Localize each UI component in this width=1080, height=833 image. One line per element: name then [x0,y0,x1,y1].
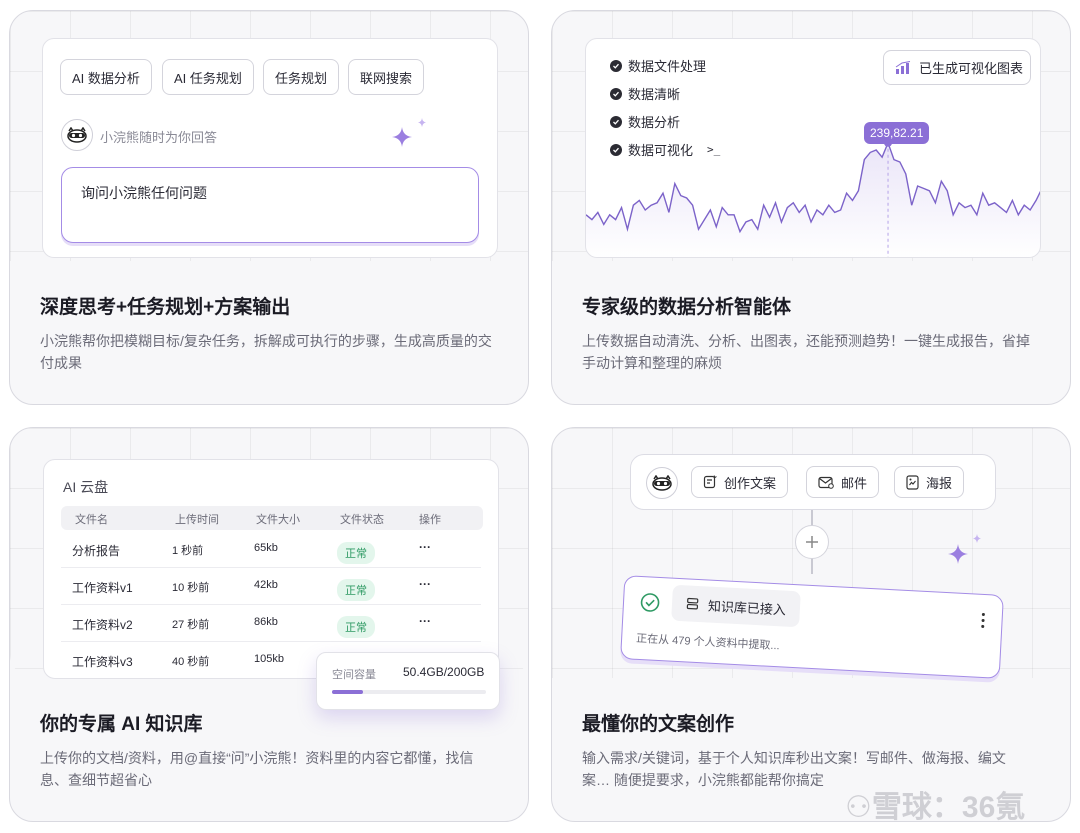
extraction-progress-text: 正在从 479 个人资料中提取... [635,632,780,653]
column-header: 文件大小 [256,514,300,526]
capacity-bar-fill [332,690,363,694]
column-header: 操作 [419,514,441,526]
table-row[interactable]: 工作资料v1 10 秒前 42kb 正常 ··· [61,568,481,605]
status-badge: 正常 [337,542,375,564]
column-header: 上传时间 [175,514,219,526]
raccoon-avatar [61,119,93,151]
card-title: 最懂你的文案创作 [582,714,735,735]
document-icon [703,475,717,489]
card-deep-thinking: AI 数据分析 AI 任务规划 任务规划 联网搜索 小浣熊随时为你回答 询问小浣… [9,10,529,405]
snowball-logo-icon: ⚇ [845,791,872,824]
analysis-panel: 数据文件处理 数据清晰 数据分析 数据可视化 >_ 已生成可视化图表 239,8… [585,38,1041,258]
card-data-analysis: 数据文件处理 数据清晰 数据分析 数据可视化 >_ 已生成可视化图表 239,8… [551,10,1071,405]
card-title: 深度思考+任务规划+方案输出 [40,297,291,318]
table-row[interactable]: 工作资料v2 27 秒前 86kb 正常 ··· [61,605,481,642]
table-header: 文件名 上传时间 文件大小 文件状态 操作 [61,506,483,530]
sparkle-icon [948,534,981,564]
chip-web-search[interactable]: 联网搜索 [348,59,425,95]
column-header: 文件名 [75,514,108,526]
more-actions-icon[interactable]: ··· [419,540,431,554]
status-badge: 正常 [337,616,375,638]
more-actions-icon[interactable]: ··· [419,614,431,628]
chart-area-fill [586,142,1040,257]
create-copy-button[interactable]: 创作文案 [691,466,789,498]
capacity-value: 50.4GB/200GB [403,665,485,679]
card-description: 上传数据自动清洗、分析、出图表，还能预测趋势！一键生成报告，省掉手动计算和整理的… [582,333,1030,371]
kb-status-chip: 知识库已接入 [671,584,801,628]
column-header: 文件状态 [340,514,384,526]
more-options-icon[interactable] [981,612,986,629]
card-knowledge-base: AI 云盘 文件名 上传时间 文件大小 文件状态 操作 分析报告 1 秒前 65… [9,427,529,822]
assistant-hint: 小浣熊随时为你回答 [100,130,218,145]
status-badge: 正常 [337,579,375,601]
capacity-bar [332,690,486,694]
poster-icon [906,474,919,490]
card-copywriting: 创作文案 邮件 海报 知识库已接入 正在从 479 个人资料中提取... 最懂你… [551,427,1071,822]
line-chart [586,138,1040,257]
cloud-drive-title: AI 云盘 [63,479,109,495]
raccoon-avatar [646,467,678,499]
plus-icon [806,536,818,548]
question-input[interactable]: 询问小浣熊任何问题 [61,167,479,243]
storage-capacity-card: 空间容量 50.4GB/200GB [316,652,500,710]
add-button[interactable] [795,525,829,559]
more-actions-icon[interactable]: ··· [419,577,431,591]
email-button[interactable]: 邮件 [806,466,880,498]
mail-icon [818,476,834,489]
chip-ai-data-analysis[interactable]: AI 数据分析 [60,59,152,95]
card-description: 小浣熊帮你把模糊目标/复杂任务，拆解成可执行的步骤，生成高质量的交付成果 [40,333,492,371]
capacity-label: 空间容量 [332,669,376,681]
card-title: 你的专属 AI 知识库 [40,714,203,735]
card-title: 专家级的数据分析智能体 [582,297,792,318]
question-input-text: 询问小浣熊任何问题 [81,185,207,201]
writing-toolbar: 创作文案 邮件 海报 [630,454,996,510]
cloud-drive-panel: AI 云盘 文件名 上传时间 文件大小 文件状态 操作 分析报告 1 秒前 65… [43,459,499,679]
table-row[interactable]: 分析报告 1 秒前 65kb 正常 ··· [61,531,481,568]
card-description: 上传你的文档/资料，用@直接“问”小浣熊！资料里的内容它都懂，找信息、查细节超省… [40,750,474,788]
chip-ai-task-planning[interactable]: AI 任务规划 [162,59,254,95]
chip-task-planning[interactable]: 任务规划 [263,59,340,95]
database-icon [686,597,699,610]
check-circle-icon [640,593,660,612]
sparkle-icon [392,118,426,147]
poster-button[interactable]: 海报 [894,466,965,498]
chat-panel: AI 数据分析 AI 任务规划 任务规划 联网搜索 小浣熊随时为你回答 询问小浣… [42,38,498,258]
chart-tooltip: 239,82.21 [864,122,930,144]
watermark: ⚇雪球：36氪 [845,791,1026,824]
